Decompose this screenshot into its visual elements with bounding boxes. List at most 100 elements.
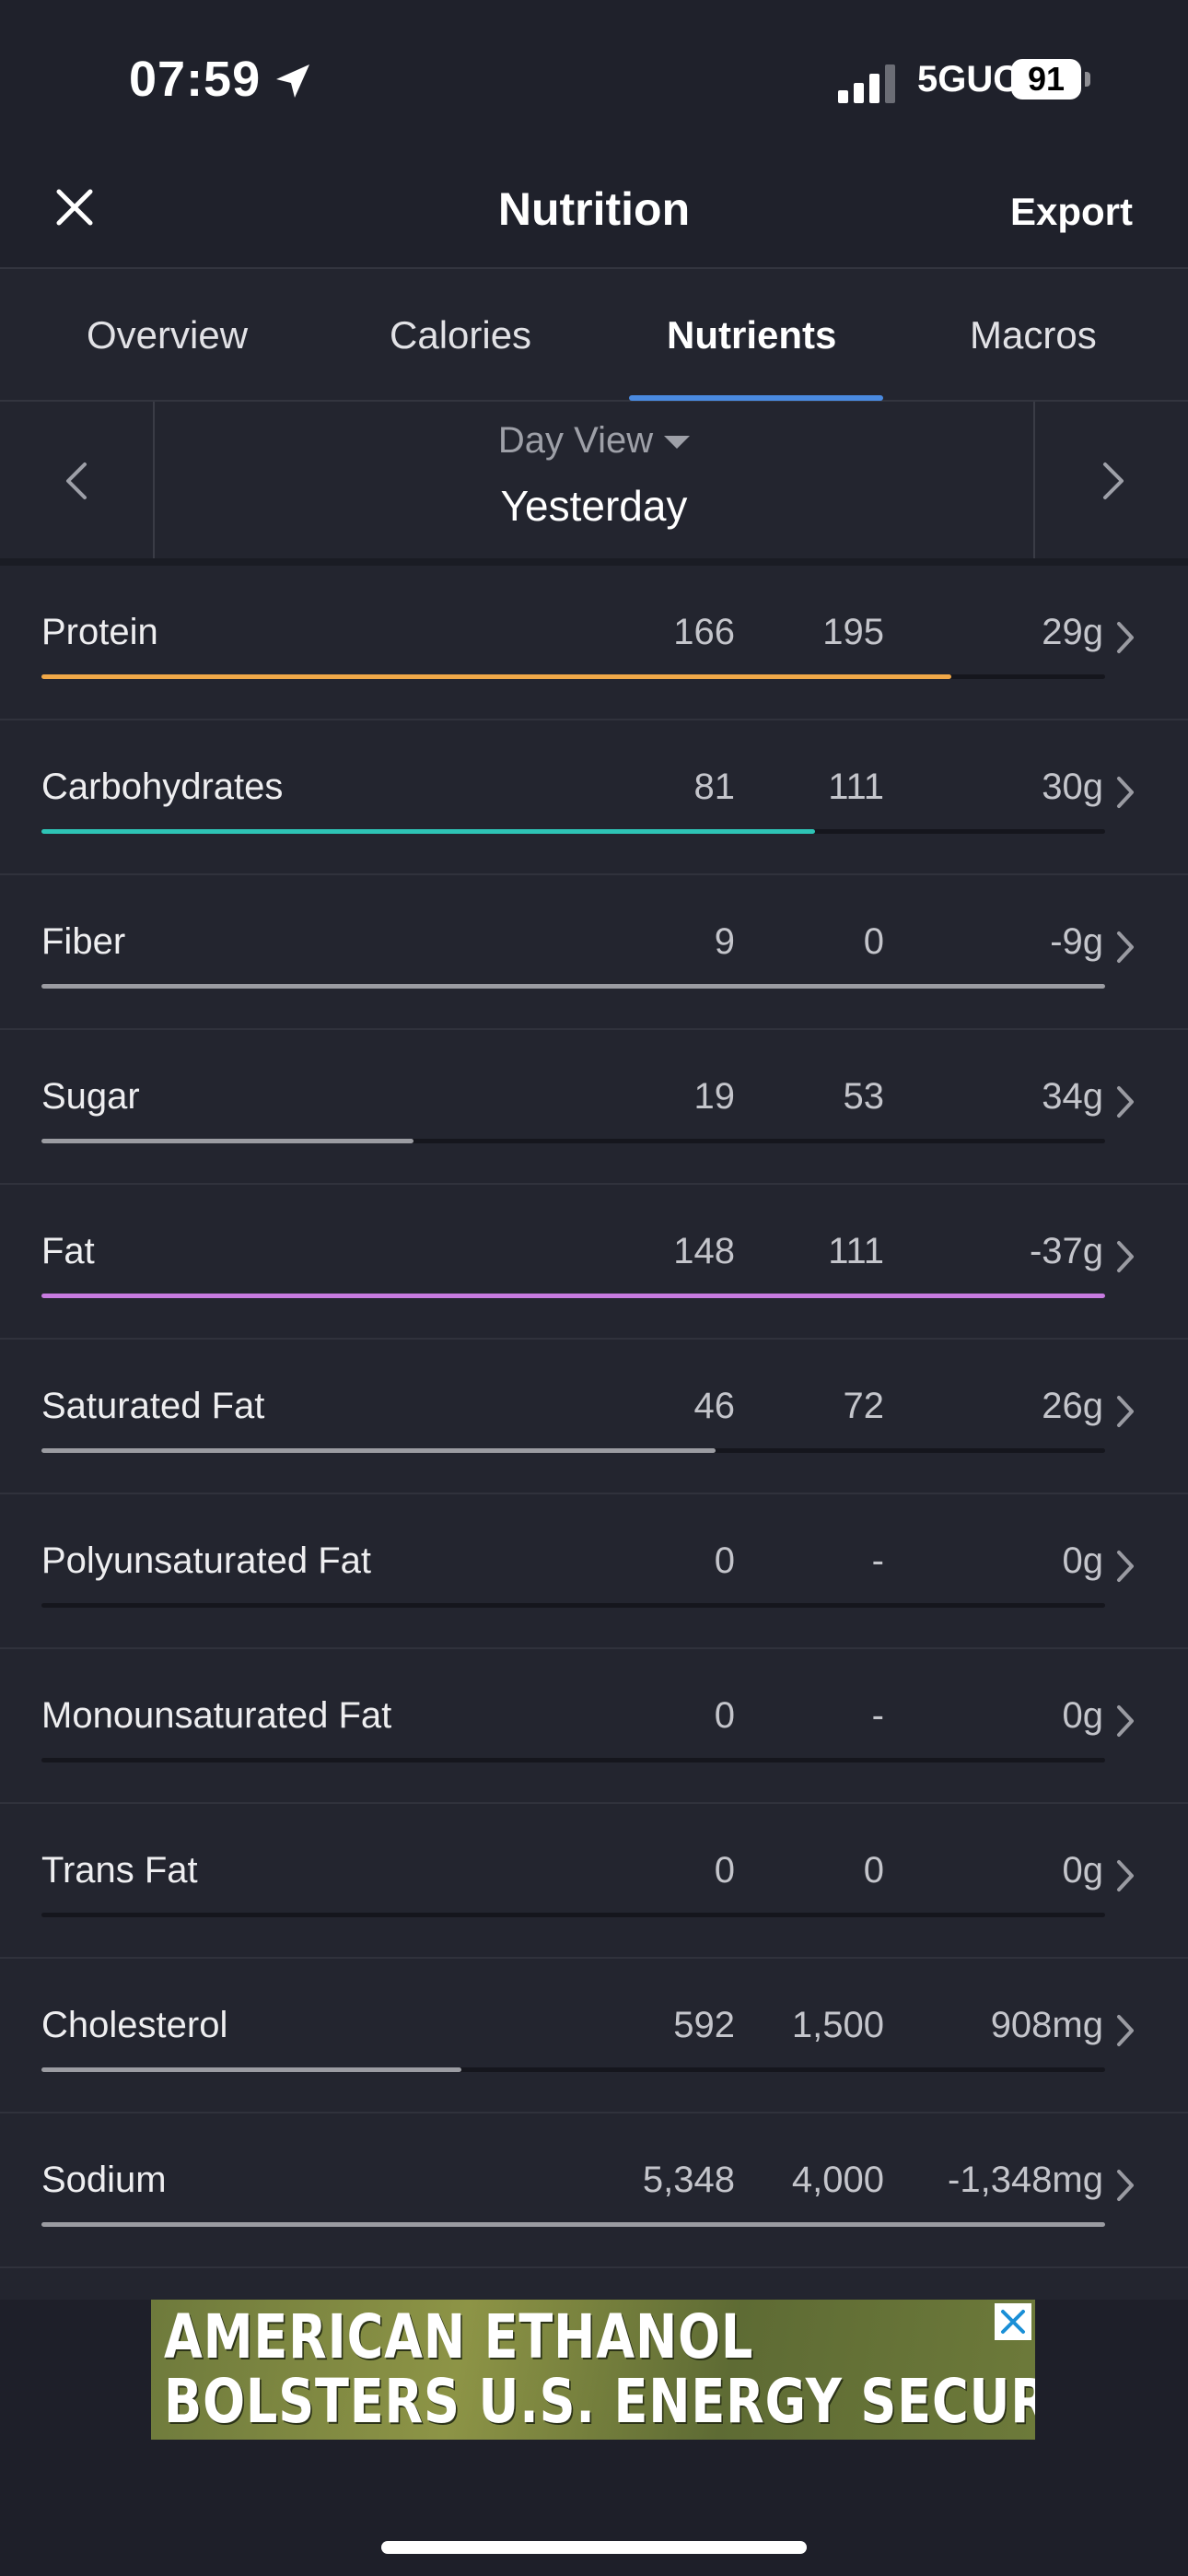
nutrient-row[interactable]: Protein 166 195 29g: [0, 566, 1188, 720]
status-bar: 07:59 5GUC 91: [0, 0, 1188, 157]
export-button[interactable]: Export: [1010, 190, 1133, 234]
chevron-right-icon: [1117, 1396, 1134, 1427]
progress-fill: [41, 1448, 716, 1453]
chevron-right-icon: [1117, 1705, 1134, 1737]
nutrient-total: 0: [714, 1540, 735, 1581]
nutrient-name: Carbohydrates: [41, 767, 284, 807]
progress-fill: [41, 2067, 462, 2072]
ad-close-icon[interactable]: [995, 2303, 1031, 2340]
nutrient-goal: 195: [822, 612, 884, 652]
tab-active-indicator: [629, 395, 883, 401]
nutrient-total: 166: [673, 612, 735, 652]
nutrient-name: Saturated Fat: [41, 1386, 265, 1426]
nutrient-name: Protein: [41, 612, 158, 652]
network-label: 5GUC: [917, 59, 1020, 100]
chevron-right-icon: [1103, 463, 1124, 499]
nutrient-goal: 53: [843, 1076, 885, 1117]
ad-headline: AMERICAN ETHANOL: [164, 2301, 754, 2372]
nutrient-total: 81: [693, 767, 736, 807]
nutrient-left: 34g: [1042, 1076, 1103, 1117]
progress-fill: [41, 674, 951, 679]
progress-bar: [41, 829, 1105, 834]
nutrient-row[interactable]: Cholesterol 592 1,500 908mg: [0, 1959, 1188, 2113]
nutrient-row[interactable]: Fat 148 111 -37g: [0, 1185, 1188, 1340]
nutrient-name: Fiber: [41, 921, 126, 962]
tab-nutrients[interactable]: Nutrients: [667, 313, 836, 357]
ad-banner[interactable]: AMERICAN ETHANOL BOLSTERS U.S. ENERGY SE…: [151, 2300, 1035, 2440]
nutrient-goal: 111: [828, 767, 884, 807]
day-view-label: Day View: [497, 420, 654, 461]
nutrient-name: Trans Fat: [41, 1850, 198, 1891]
nutrient-left: 30g: [1042, 767, 1103, 807]
nutrient-row[interactable]: Monounsaturated Fat 0 - 0g: [0, 1649, 1188, 1804]
nutrient-left: 0g: [1062, 1540, 1104, 1581]
nutrient-left: -37g: [1029, 1231, 1103, 1271]
next-day-button[interactable]: [1035, 402, 1188, 560]
progress-bar: [41, 1139, 1105, 1143]
day-navigator: Day View Yesterday: [0, 402, 1188, 560]
nutrient-goal: -: [871, 1540, 884, 1581]
progress-bar: [41, 1448, 1105, 1453]
nutrient-row[interactable]: Sugar 19 53 34g: [0, 1030, 1188, 1185]
nav-header: Nutrition Export: [0, 157, 1188, 269]
tab-macros[interactable]: Macros: [970, 313, 1097, 357]
tab-bar: Overview Calories Nutrients Macros: [0, 269, 1188, 402]
nutrient-row[interactable]: Carbohydrates 81 111 30g: [0, 720, 1188, 875]
nutrient-name: Sugar: [41, 1076, 140, 1117]
home-indicator: [381, 2541, 807, 2554]
signal-icon: [838, 64, 895, 103]
nutrient-left: -9g: [1050, 921, 1103, 962]
nutrient-total: 46: [693, 1386, 736, 1426]
status-time: 07:59: [129, 52, 262, 107]
nutrient-left: 0g: [1062, 1850, 1104, 1891]
chevron-right-icon: [1117, 622, 1134, 653]
nutrient-row[interactable]: Fiber 9 0 -9g: [0, 875, 1188, 1030]
nutrient-row[interactable]: Trans Fat 0 0 0g: [0, 1804, 1188, 1959]
nutrient-total: 9: [714, 921, 735, 962]
progress-fill: [41, 1139, 414, 1143]
progress-bar: [41, 984, 1105, 989]
nutrient-name: Monounsaturated Fat: [41, 1695, 392, 1736]
nutrient-goal: 0: [863, 921, 884, 962]
nutrient-total: 0: [714, 1850, 735, 1891]
selected-day: Yesterday: [500, 482, 688, 530]
ad-subheadline: BOLSTERS U.S. ENERGY SECURITY: [164, 2366, 1035, 2437]
nutrient-name: Sodium: [41, 2160, 167, 2200]
chevron-right-icon: [1117, 1241, 1134, 1272]
nutrient-total: 5,348: [642, 2160, 735, 2200]
chevron-right-icon: [1117, 1086, 1134, 1118]
nutrient-goal: 111: [828, 1231, 884, 1271]
day-view-dropdown[interactable]: Day View: [0, 420, 1188, 462]
nutrient-total: 592: [673, 2005, 735, 2045]
nutrient-goal: 4,000: [791, 2160, 884, 2200]
progress-fill: [41, 984, 1105, 989]
battery-icon: 91: [1011, 59, 1081, 100]
nutrient-goal: -: [871, 1695, 884, 1736]
progress-bar: [41, 1758, 1105, 1762]
nutrient-row[interactable]: Saturated Fat 46 72 26g: [0, 1340, 1188, 1494]
nutrient-goal: 0: [863, 1850, 884, 1891]
tab-overview[interactable]: Overview: [87, 313, 248, 357]
nutrient-list: Protein 166 195 29g Carbohydrates 81 111 30g Fib…: [0, 566, 1188, 2268]
location-arrow-icon: [276, 64, 309, 98]
nutrient-name: Fat: [41, 1231, 95, 1271]
tab-calories[interactable]: Calories: [390, 313, 531, 357]
progress-bar: [41, 1603, 1105, 1608]
chevron-right-icon: [1117, 2015, 1134, 2046]
nutrient-name: Polyunsaturated Fat: [41, 1540, 371, 1581]
chevron-right-icon: [1117, 777, 1134, 808]
nutrient-total: 19: [693, 1076, 736, 1117]
progress-bar: [41, 1913, 1105, 1917]
nutrient-row[interactable]: Sodium 5,348 4,000 -1,348mg: [0, 2113, 1188, 2268]
nutrient-left: 908mg: [990, 2005, 1103, 2045]
nutrient-total: 0: [714, 1695, 735, 1736]
chevron-right-icon: [1117, 2170, 1134, 2201]
progress-bar: [41, 674, 1105, 679]
progress-bar: [41, 2067, 1105, 2072]
nutrient-row[interactable]: Polyunsaturated Fat 0 - 0g: [0, 1494, 1188, 1649]
chevron-right-icon: [1117, 931, 1134, 963]
nutrient-goal: 72: [843, 1386, 885, 1426]
nutrient-left: -1,348mg: [948, 2160, 1103, 2200]
chevron-right-icon: [1117, 1860, 1134, 1891]
caret-down-icon: [664, 436, 691, 450]
